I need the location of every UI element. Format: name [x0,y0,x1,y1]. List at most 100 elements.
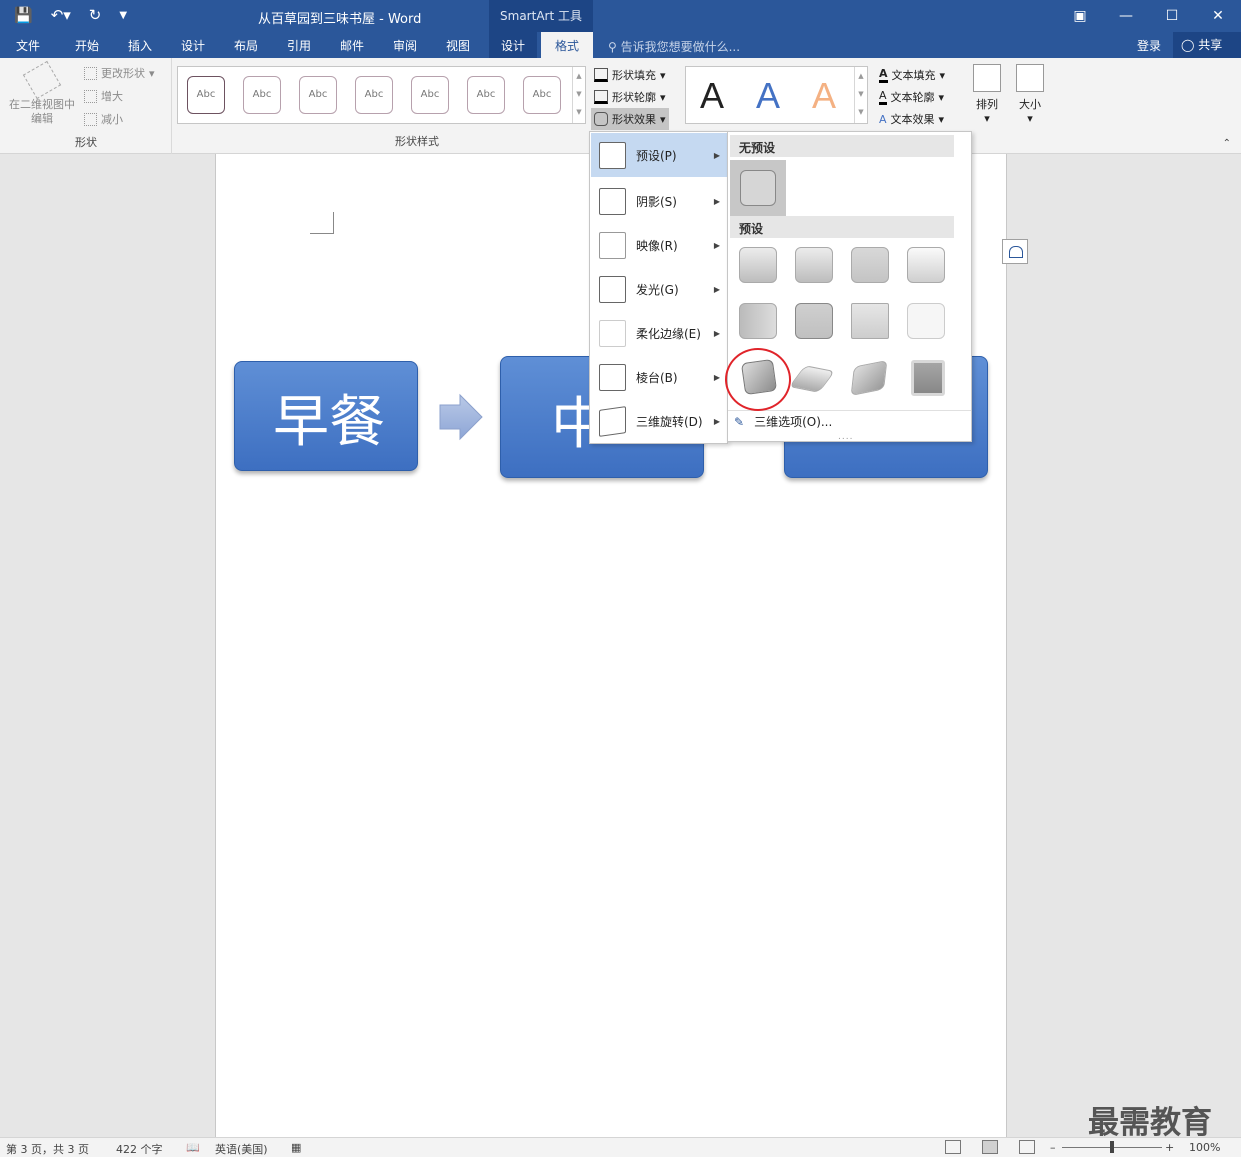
close-icon[interactable]: ✕ [1195,0,1241,32]
tab-smartart-design[interactable]: 设计 [489,32,538,58]
page-count[interactable]: 第 3 页，共 3 页 [6,1141,89,1157]
wordart-sample-black[interactable]: A [700,75,724,117]
read-mode-icon[interactable] [945,1140,961,1154]
no-preset-swatch [740,170,776,206]
shapes-group-label: 形状 [75,136,97,149]
preset-12[interactable] [911,360,945,396]
style-swatch-2[interactable]: Abc [243,76,281,114]
ribbon-display-icon[interactable]: ▣ [1057,0,1103,32]
preset-10[interactable] [788,365,836,393]
web-layout-icon[interactable] [1019,1140,1035,1154]
shape-fill-button[interactable]: 形状填充 ▾ [591,64,669,86]
submenu-arrow-icon: ▶ [713,416,720,426]
undo-icon[interactable]: ↶▾ [51,6,71,24]
tab-view[interactable]: 视图 [446,37,470,54]
preset-8[interactable] [907,303,945,339]
preset-4[interactable] [907,247,945,283]
size-button[interactable]: 大小 ▾ [1014,64,1046,125]
layout-options-icon[interactable] [1002,239,1028,264]
paragraph-corner-mark [310,212,334,234]
style-swatch-3[interactable]: Abc [299,76,337,114]
tab-insert[interactable]: 插入 [128,37,152,54]
style-swatch-1[interactable]: Abc [187,76,225,114]
three-d-options-item[interactable]: ✎ 三维选项(O)... [728,410,971,432]
smaller-button[interactable]: 减小 [84,111,123,127]
style-swatch-6[interactable]: Abc [467,76,505,114]
smartart-tools-context: SmartArt 工具 [489,0,593,32]
menu-item-bevel[interactable]: 棱台(B) ▶ [591,355,728,399]
tab-design[interactable]: 设计 [181,37,205,54]
menu-item-glow[interactable]: 发光(G) ▶ [591,267,728,311]
edit-in-2d-button[interactable]: 在二维视图中编辑 [4,60,80,126]
proofing-icon[interactable]: 📖 [186,1141,200,1154]
save-icon[interactable]: 💾 [14,6,33,24]
language-indicator[interactable]: 英语(美国) [215,1141,268,1157]
text-outline-button[interactable]: A 文本轮廓 ▾ [876,86,948,108]
paint-bucket-icon [594,68,608,82]
wordart-sample-orange[interactable]: A [812,75,836,117]
shape-icon [84,66,97,80]
document-title: 从百草园到三味书屋 - Word [258,12,422,27]
no-preset-option[interactable] [730,160,786,216]
gallery-scroll[interactable]: ▲ ▼ ▼ [572,67,585,123]
preset-11[interactable] [850,360,888,396]
title-bar: 💾 ↶▾ ↻ ▼ 从百草园到三味书屋 - Word SmartArt 工具 ▣ … [0,0,1241,32]
tab-layout[interactable]: 布局 [234,37,258,54]
collapse-ribbon-icon[interactable]: ⌃ [1223,138,1231,149]
redo-icon[interactable]: ↻ [89,6,102,24]
style-swatch-5[interactable]: Abc [411,76,449,114]
menu-item-reflection[interactable]: 映像(R) ▶ [591,223,728,267]
menu-item-shadow[interactable]: 阴影(S) ▶ [591,179,728,223]
edit-2d-icon [22,60,62,100]
maximize-icon[interactable]: ☐ [1149,0,1195,32]
preset-2[interactable] [795,247,833,283]
tab-mailings[interactable]: 邮件 [340,37,364,54]
print-layout-icon[interactable] [982,1140,998,1154]
tab-smartart-format[interactable]: 格式 [541,32,594,58]
zoom-out-icon[interactable]: – [1050,1141,1056,1154]
text-format-commands: A 文本填充 ▾ A 文本轮廓 ▾ A 文本效果 ▾ [876,64,948,130]
style-swatch-7[interactable]: Abc [523,76,561,114]
style-swatch-4[interactable]: Abc [355,76,393,114]
preset-6[interactable] [795,303,833,339]
minimize-icon[interactable]: — [1103,0,1149,32]
zoom-slider-thumb[interactable] [1110,1141,1114,1153]
tab-file[interactable]: 文件 [16,37,40,54]
word-count[interactable]: 422 个字 [116,1141,163,1157]
preset-3[interactable] [851,247,889,283]
preset-5[interactable] [739,303,777,339]
wordart-gallery: A A A ▲ ▼ ▼ [685,66,868,124]
smartart-box-breakfast[interactable]: 早餐 [234,361,418,471]
arrange-button[interactable]: 排列 ▾ [969,64,1005,125]
wordart-sample-blue[interactable]: A [756,75,780,117]
shape-outline-button[interactable]: 形状轮廓 ▾ [591,86,669,108]
customize-icon[interactable]: ▼ [119,10,127,21]
login-link[interactable]: 登录 [1137,37,1161,54]
larger-button[interactable]: 增大 [84,88,123,104]
arrange-icon [973,64,1001,92]
share-button[interactable]: ◯ 共享 [1173,32,1241,58]
text-fill-button[interactable]: A 文本填充 ▾ [876,64,948,86]
wordart-scroll[interactable]: ▲ ▼ ▼ [854,67,867,123]
menu-item-3d-rotation[interactable]: 三维旋转(D) ▶ [591,399,728,443]
menu-item-soft-edges[interactable]: 柔化边缘(E) ▶ [591,311,728,355]
menu-item-preset[interactable]: 预设(P) ▶ [591,133,728,177]
preset-7[interactable] [851,303,889,339]
tab-references[interactable]: 引用 [287,37,311,54]
tab-review[interactable]: 审阅 [393,37,417,54]
smartart-arrow[interactable] [438,393,484,441]
macro-icon[interactable]: ▦ [291,1141,301,1154]
zoom-level[interactable]: 100% [1189,1141,1220,1154]
zoom-in-icon[interactable]: + [1165,1141,1174,1154]
preset-1[interactable] [739,247,777,283]
resize-grip-icon[interactable]: .... [838,432,853,442]
tab-home[interactable]: 开始 [75,37,99,54]
reflection-icon [599,231,626,259]
shape-effects-button[interactable]: 形状效果 ▾ [591,108,669,130]
tell-me-search[interactable]: ⚲ 告诉我您想要做什么... [608,38,740,55]
highlight-circle [725,348,791,411]
lightbulb-icon: ⚲ [608,40,621,54]
text-effects-button[interactable]: A 文本效果 ▾ [876,108,948,130]
text-effects-icon: A [879,112,887,126]
change-shape-button[interactable]: 更改形状 ▾ [84,65,155,81]
